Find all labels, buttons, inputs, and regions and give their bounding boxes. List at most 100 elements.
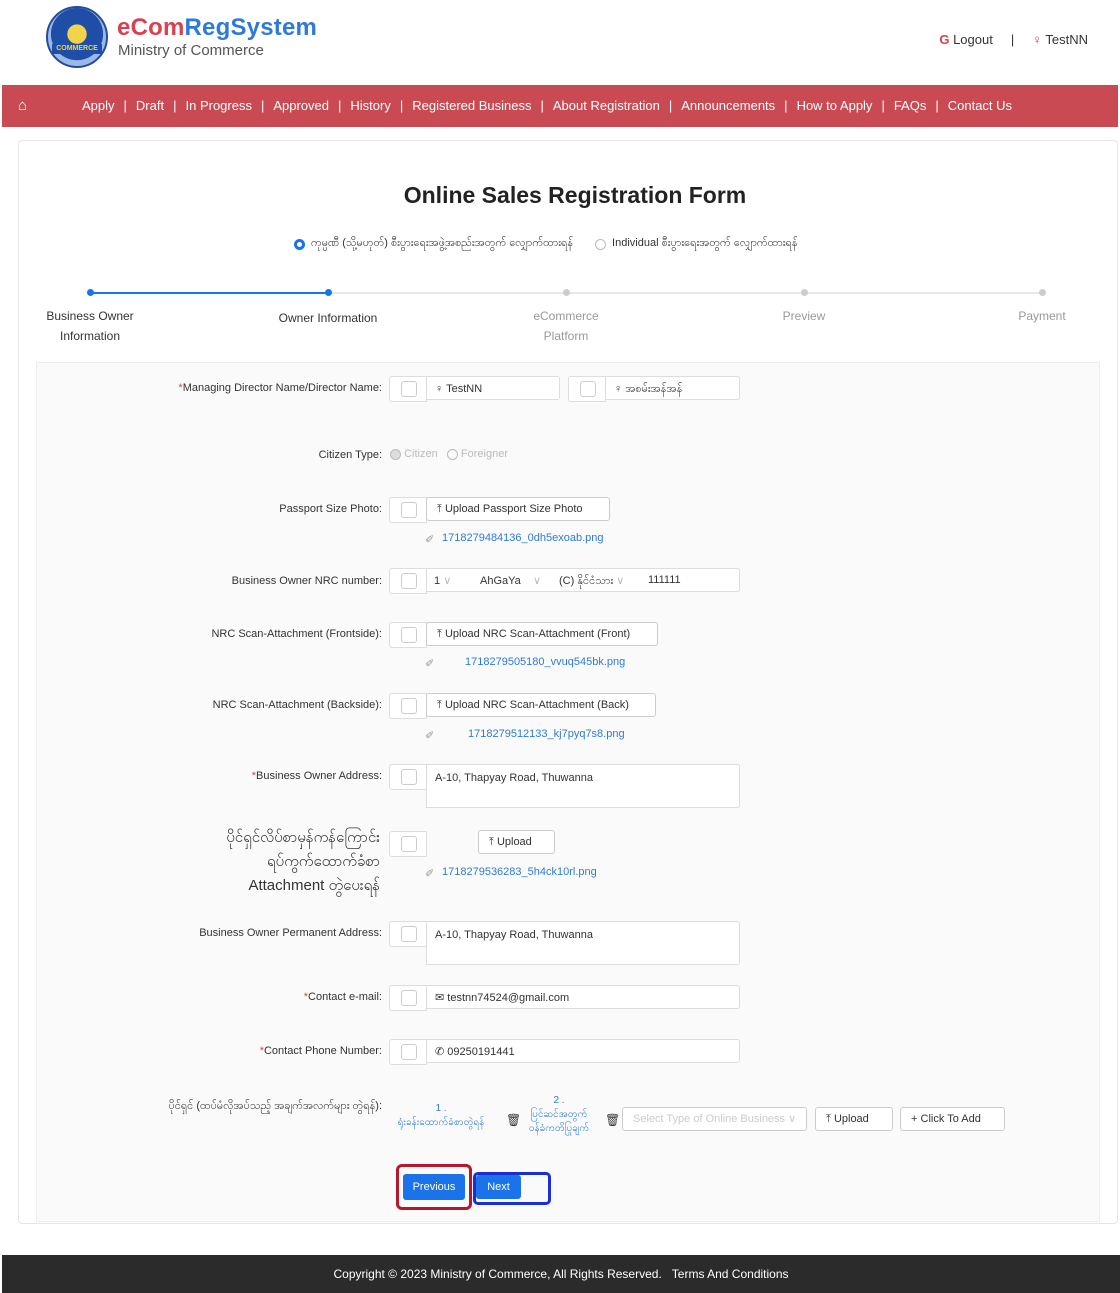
nav-separator: | (935, 98, 939, 113)
nav-about-registration[interactable]: About Registration (553, 98, 660, 113)
phone-input[interactable]: ✆ 09250191441 (426, 1039, 740, 1063)
nav-contact-us[interactable]: Contact Us (948, 98, 1012, 113)
address-textarea[interactable]: A-10, Thapyay Road, Thuwanna (426, 764, 740, 808)
upload-nrc-front-button[interactable]: ⤒ Upload NRC Scan-Attachment (Front) (426, 622, 658, 646)
header: COMMERCE eComRegSystem Ministry of Comme… (0, 0, 1120, 84)
nrc-state-select[interactable]: 1 ∨ (434, 574, 451, 587)
radio-company[interactable] (294, 238, 305, 250)
nrc-front-checkbox[interactable] (401, 627, 417, 643)
passport-photo-file-link[interactable]: 1718279484136_0dh5exoab.png (442, 532, 604, 544)
nav-approved[interactable]: Approved (273, 98, 329, 113)
citizen-option-label: Citizen (404, 448, 438, 460)
address-checkbox[interactable] (401, 769, 417, 785)
doc-1-link[interactable]: 1 . ရုံးခန်းထောက်ခံစာတွဲရန် (386, 1102, 496, 1130)
household-file-link[interactable]: 1718279536283_5h4ck10rl.png (442, 866, 597, 878)
brand-title: eComRegSystem (117, 14, 318, 41)
user-icon: ♀ (1032, 32, 1042, 47)
phone-checkbox[interactable] (401, 1044, 417, 1060)
step-line-done (90, 292, 328, 294)
director-checkbox[interactable] (401, 381, 417, 397)
nav-separator: | (540, 98, 544, 113)
nav-faqs[interactable]: FAQs (894, 98, 927, 113)
nav-apply[interactable]: Apply (82, 98, 115, 113)
nrc-front-file-link[interactable]: 1718279505180_vvuq545bk.png (465, 656, 625, 668)
nav-how-to-apply[interactable]: How to Apply (797, 98, 873, 113)
chevron-down-icon: ∨ (616, 575, 625, 587)
logout-icon: G (939, 32, 950, 47)
chevron-down-icon: ∨ (443, 575, 452, 587)
upload-icon: ⤒ (437, 699, 442, 711)
household-check-wrap (389, 831, 427, 857)
nrc-number-input[interactable]: 111111 (648, 574, 681, 586)
perm-checkbox[interactable] (401, 926, 417, 942)
main-nav: ⌂ Apply | Draft | In Progress | Approved | H… (2, 85, 1118, 127)
nrc-back-checkbox[interactable] (401, 698, 417, 714)
household-checkbox[interactable] (401, 836, 417, 852)
next-button[interactable]: Next (476, 1175, 521, 1199)
logout-link[interactable]: G Logout (939, 32, 993, 47)
nav-separator: | (123, 98, 127, 113)
director-name-en-input[interactable]: ♀ TestNN (426, 376, 560, 400)
email-label: *Contact e-mail: (303, 991, 382, 1003)
address-check-wrap (389, 764, 427, 790)
nav-registered-business[interactable]: Registered Business (412, 98, 531, 113)
online-business-type-select[interactable]: Select Type of Online Business ∨ (622, 1107, 807, 1131)
upload-household-button[interactable]: ⤒ Upload (478, 830, 555, 854)
nav-announcements[interactable]: Announcements (681, 98, 775, 113)
nav-in-progress[interactable]: In Progress (185, 98, 251, 113)
progress-steps: Business Owner Information Owner Informat… (0, 284, 1120, 354)
radio-company-label: ကုမ္ပဏီ (သို့မဟုတ်) စီးပွားရေးအဖွဲ့အစည်း… (311, 237, 574, 249)
permanent-address-textarea[interactable]: A-10, Thapyay Road, Thuwanna (426, 921, 740, 965)
step-label-1[interactable]: Business Owner Information (30, 306, 150, 346)
nav-separator: | (881, 98, 885, 113)
step-label-5[interactable]: Payment (982, 306, 1102, 326)
upload-additional-doc-button[interactable]: ⤒ Upload (815, 1107, 893, 1131)
radio-foreigner[interactable] (446, 448, 458, 460)
nrc-checkbox[interactable] (401, 573, 417, 589)
nav-separator: | (260, 98, 265, 113)
nav-draft[interactable]: Draft (136, 98, 164, 113)
radio-citizen[interactable] (390, 448, 401, 460)
upload-passport-photo-button[interactable]: ⤒ Upload Passport Size Photo (426, 497, 610, 521)
step-label-2[interactable]: Owner Information (268, 308, 388, 328)
email-check-wrap (389, 985, 427, 1011)
nrc-township-select[interactable]: AhGaYa ∨ (480, 574, 541, 587)
click-to-add-button[interactable]: + Click To Add (900, 1107, 1005, 1131)
copyright-text: Copyright © 2023 Ministry of Commerce, A… (333, 1267, 662, 1281)
paperclip-icon: ✐ (425, 868, 435, 880)
ministry-subtitle: Ministry of Commerce (118, 42, 264, 59)
nrc-back-label: NRC Scan-Attachment (Backside): (212, 699, 382, 711)
nrc-type-select[interactable]: (C) နိုင်ငံသား ∨ (559, 574, 624, 590)
email-checkbox[interactable] (401, 990, 417, 1006)
trash-icon[interactable]: 🗑︎ (605, 1113, 620, 1127)
paperclip-icon: ✐ (425, 730, 435, 742)
email-input[interactable]: ✉ testnn74524@gmail.com (426, 985, 740, 1009)
previous-button[interactable]: Previous (403, 1174, 465, 1200)
step-dot-4 (801, 289, 808, 296)
upload-nrc-back-button[interactable]: ⤒ Upload NRC Scan-Attachment (Back) (426, 693, 656, 717)
step-line-pending (330, 292, 1042, 294)
additional-docs-label: ပိုင်ရှင် (ထပ်မံလိုအပ်သည့် အချက်အလက်များ… (168, 1100, 382, 1112)
user-link[interactable]: ♀ TestNN (1032, 32, 1088, 47)
director-name-mm-input[interactable]: ♀ အစမ်းအန်အန် (605, 376, 740, 400)
radio-individual[interactable] (595, 238, 607, 250)
page-title: Online Sales Registration Form (403, 182, 747, 208)
footer: Copyright © 2023 Ministry of Commerce, A… (2, 1255, 1120, 1293)
doc-2-link[interactable]: 2 . ပြင်ဆင်အတွက် ဝန်ခံကတိပြုချက် (514, 1094, 604, 1136)
director-check-wrap (389, 376, 427, 402)
step-label-3[interactable]: eCommerce Platform (506, 306, 626, 346)
permanent-address-label: Business Owner Permanent Address: (199, 927, 382, 939)
step-dot-5 (1039, 289, 1046, 296)
step-label-4[interactable]: Preview (744, 306, 864, 326)
radio-individual-label: Individual စီးပွားရေးအတွက် လျှောက်ထားရန် (612, 237, 798, 249)
nrc-back-file-link[interactable]: 1718279512133_kj7pyq7s8.png (468, 728, 625, 740)
home-icon[interactable]: ⌂ (18, 97, 27, 114)
photo-check-wrap (389, 497, 427, 523)
step-dot-2 (325, 289, 332, 296)
terms-link[interactable]: Terms And Conditions (672, 1267, 789, 1281)
ministry-logo[interactable]: COMMERCE (46, 6, 108, 68)
nav-history[interactable]: History (350, 98, 390, 113)
director-mm-checkbox[interactable] (580, 381, 596, 397)
photo-checkbox[interactable] (401, 502, 417, 518)
nav-separator: | (784, 98, 788, 113)
